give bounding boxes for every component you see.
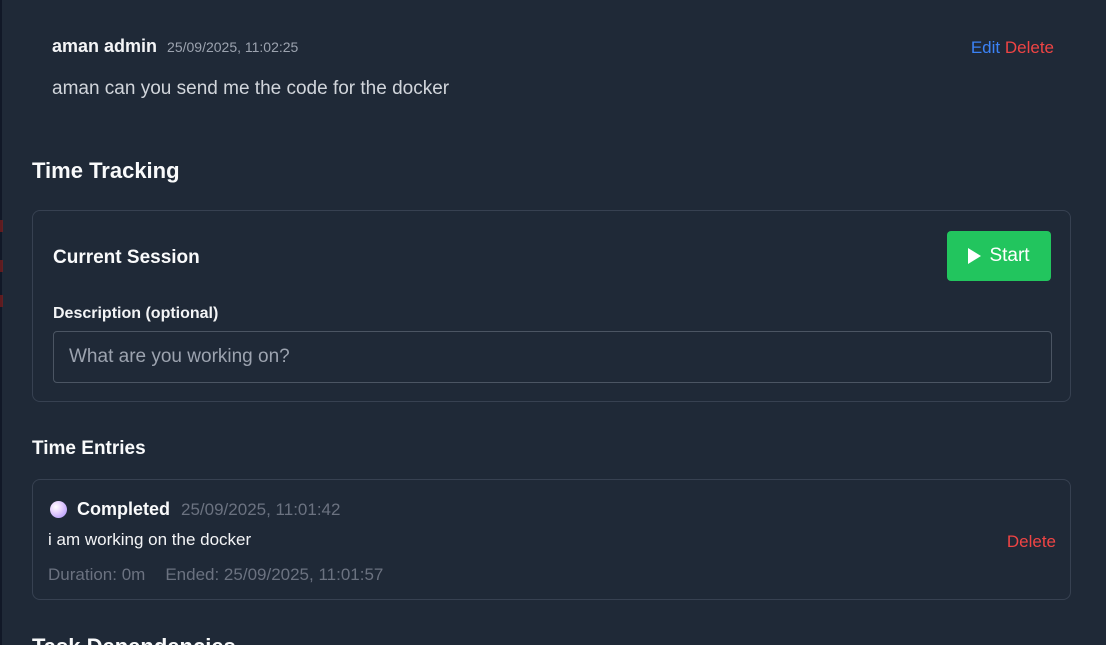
background-edge-marker [0, 220, 3, 232]
time-entry-description: i am working on the docker [48, 530, 252, 549]
current-session-card: Current Session Start Description (optio… [32, 210, 1071, 402]
task-detail-panel: aman admin 25/09/2025, 11:02:25 Edit Del… [0, 0, 1106, 645]
background-edge-marker [0, 295, 3, 307]
start-timer-button[interactable]: Start [947, 231, 1051, 281]
delete-comment-button[interactable]: Delete [1005, 38, 1054, 57]
time-entry-duration: Duration: 0m [48, 565, 146, 584]
play-icon [968, 248, 982, 264]
background-edge-marker [0, 260, 3, 272]
start-button-label: Start [989, 245, 1030, 266]
edit-comment-button[interactable]: Edit [971, 38, 1000, 57]
comment-body: aman can you send me the code for the do… [52, 78, 450, 99]
description-input[interactable] [53, 331, 1052, 383]
time-entry-header: Completed 25/09/2025, 11:01:42 [50, 499, 340, 520]
panel-left-edge [0, 0, 2, 645]
time-tracking-title: Time Tracking [32, 158, 180, 183]
task-dependencies-title: Task Dependencies [32, 634, 236, 645]
comment-author: aman admin [52, 36, 158, 56]
comment-actions: Edit Delete [971, 38, 1054, 58]
comment-header: aman admin 25/09/2025, 11:02:25 [52, 36, 1054, 64]
time-entry-ended: Ended: 25/09/2025, 11:01:57 [165, 565, 384, 584]
time-entries-title: Time Entries [32, 438, 146, 459]
time-entry-status: Completed [77, 499, 171, 519]
comment-timestamp: 25/09/2025, 11:02:25 [167, 39, 299, 55]
time-entry-start-time: 25/09/2025, 11:01:42 [181, 499, 341, 519]
time-entry: Completed 25/09/2025, 11:01:42 i am work… [32, 479, 1071, 600]
comment: aman admin 25/09/2025, 11:02:25 Edit Del… [52, 36, 1054, 100]
description-label: Description (optional) [53, 305, 219, 322]
time-entry-meta: Duration: 0m Ended: 25/09/2025, 11:01:57 [48, 565, 383, 585]
delete-time-entry-button[interactable]: Delete [1007, 532, 1056, 552]
status-dot-icon [50, 501, 67, 518]
current-session-title: Current Session [53, 247, 200, 268]
